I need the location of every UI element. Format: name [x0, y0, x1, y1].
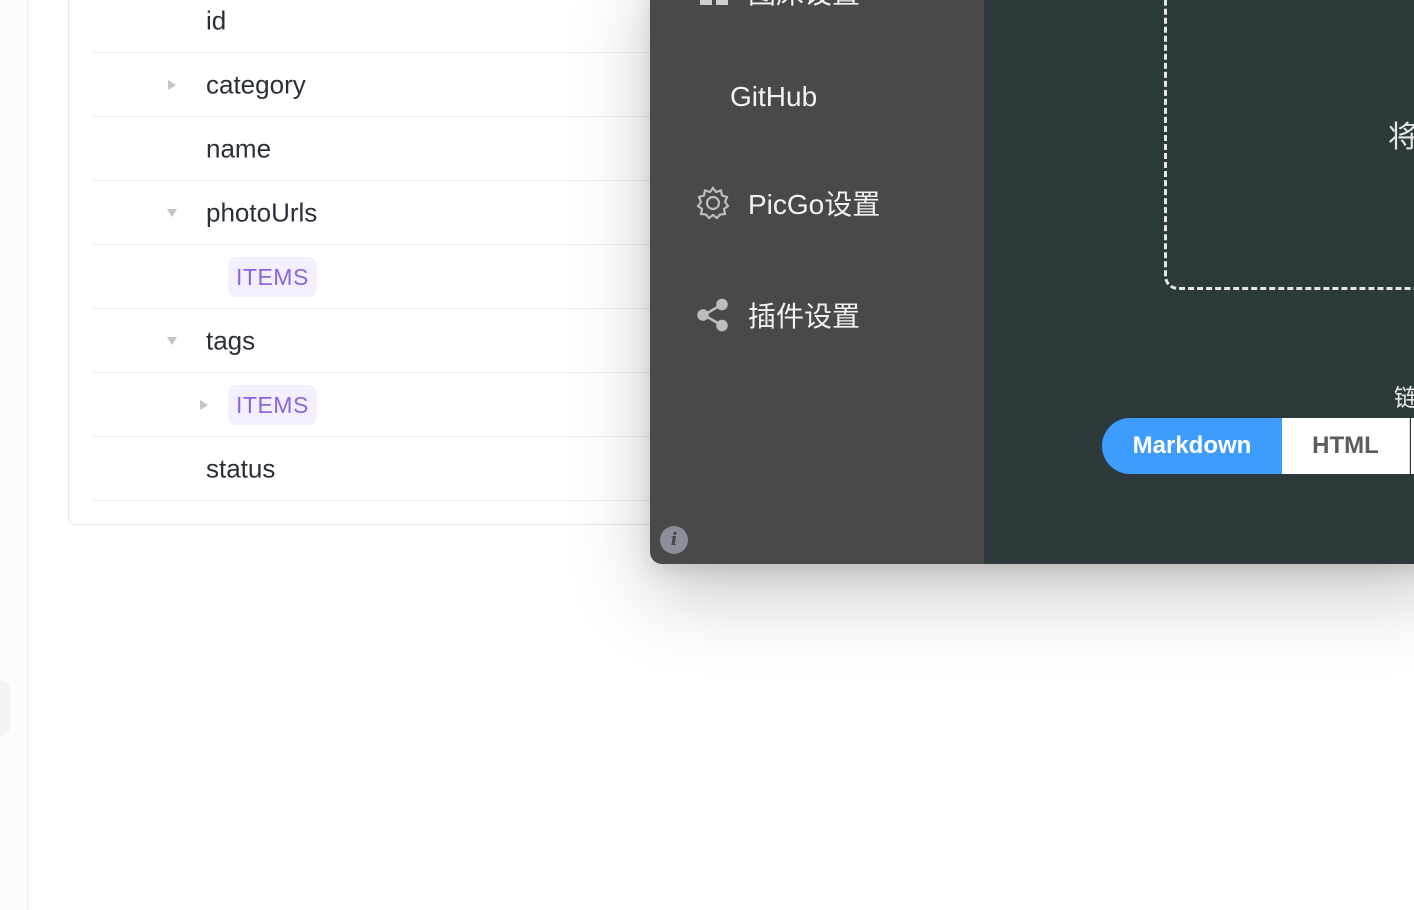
schema-row-id[interactable]: id — [92, 0, 712, 53]
caret-right-icon[interactable] — [200, 399, 208, 410]
caret-right-icon[interactable] — [168, 79, 176, 90]
menu-label: PicGo设置 — [748, 189, 881, 220]
field-name: photoUrls — [206, 197, 318, 227]
info-icon[interactable]: i — [660, 526, 688, 554]
picgo-main-panel: 将 链 Markdown HTML — [984, 0, 1414, 564]
field-name: status — [206, 453, 276, 483]
schema-row-name[interactable]: name — [92, 117, 712, 181]
schema-row-tags[interactable]: tags — [92, 309, 712, 373]
gear-icon — [696, 186, 730, 220]
schema-row-tags-items[interactable]: ITEMS — [92, 373, 712, 437]
field-name: name — [206, 133, 272, 163]
schema-row-photourls[interactable]: photoUrls — [92, 181, 712, 245]
desktop: id category name photoUrls ITEMS tags IT… — [0, 0, 1414, 910]
items-badge: ITEMS — [228, 384, 317, 425]
sidebar-toggle-tab[interactable] — [0, 680, 10, 736]
menu-label: GitHub — [730, 81, 818, 112]
schema-row-category[interactable]: category — [92, 53, 712, 117]
picgo-sidebar: 图床设置 GitHub PicGo设置 — [650, 0, 984, 564]
caret-down-icon[interactable] — [167, 208, 177, 217]
left-gutter — [0, 0, 28, 910]
field-name: id — [206, 5, 227, 35]
field-name: category — [206, 69, 306, 99]
format-html-button[interactable]: HTML — [1282, 418, 1410, 474]
dropzone-text: 将 — [1388, 121, 1414, 154]
menu-item-image-host-settings[interactable]: 图床设置 — [650, 0, 984, 22]
menu-label: 插件设置 — [748, 301, 861, 332]
menu-item-picgo-settings[interactable]: PicGo设置 — [650, 173, 984, 233]
menu-item-plugin-settings[interactable]: 插件设置 — [650, 285, 984, 345]
field-name: tags — [206, 325, 256, 355]
upload-dropzone[interactable] — [1164, 0, 1414, 290]
menu-label: 图床设置 — [748, 0, 860, 12]
share-icon — [697, 298, 728, 332]
grid-icon — [700, 0, 728, 5]
link-format-label: 链 — [1394, 385, 1414, 412]
items-badge: ITEMS — [228, 256, 317, 297]
picgo-window: 图床设置 GitHub PicGo设置 — [650, 0, 1414, 564]
schema-row-status[interactable]: status — [92, 437, 712, 501]
menu-item-github[interactable]: GitHub — [650, 67, 984, 127]
schema-row-photourls-items[interactable]: ITEMS — [92, 245, 712, 309]
format-markdown-button[interactable]: Markdown — [1102, 418, 1282, 474]
caret-down-icon[interactable] — [167, 336, 177, 345]
